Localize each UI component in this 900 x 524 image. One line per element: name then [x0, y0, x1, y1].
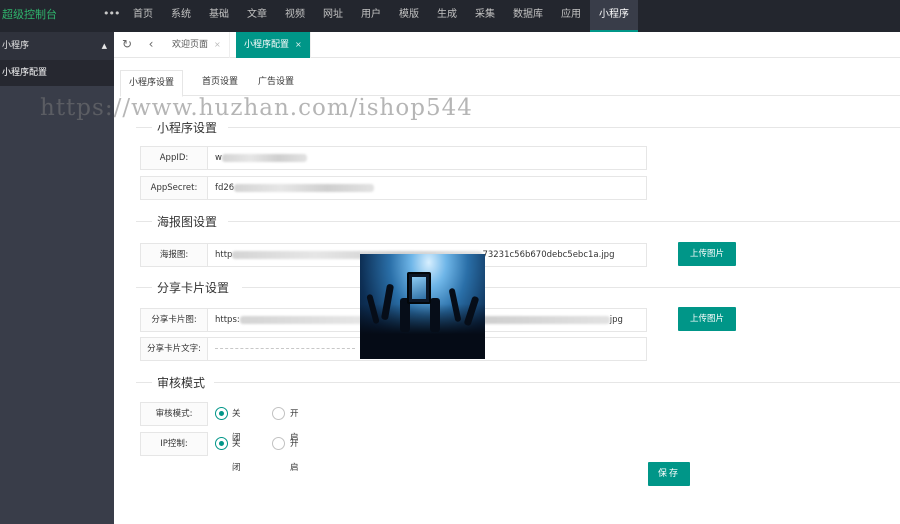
tab-miniprogram-settings[interactable]: 小程序设置	[120, 70, 184, 97]
settings-tabs: 小程序设置 首页设置 广告设置	[120, 70, 900, 97]
close-icon[interactable]: ×	[214, 40, 221, 49]
nav-item-collect[interactable]: 采集	[466, 0, 504, 32]
nav-item-home[interactable]: 首页	[124, 0, 162, 32]
audit-mode-off-radio[interactable]	[215, 407, 228, 420]
share-image-url-start: https:	[215, 315, 240, 325]
section-divider	[228, 127, 900, 128]
nav-item-miniprogram[interactable]: 小程序	[590, 0, 638, 32]
app-logo[interactable]: 超级控制台	[0, 0, 114, 32]
tab-welcome[interactable]: 欢迎页面 ×	[164, 32, 230, 58]
nav-item-url[interactable]: 网址	[314, 0, 352, 32]
ip-control-off-label[interactable]: 关闭	[232, 432, 241, 480]
ip-control-on-label[interactable]: 开启	[290, 432, 299, 480]
audit-mode-on-radio[interactable]	[272, 407, 285, 420]
section-divider	[228, 221, 900, 222]
poster-url-end: 73231c56b670debc5ebc1a.jpg	[482, 250, 615, 260]
share-text-placeholder-line	[215, 348, 355, 349]
sidebar-item-miniprogram-config[interactable]: 小程序配置	[0, 60, 114, 86]
appsecret-value: fd26	[215, 183, 235, 193]
page-tab-bar: ↻ ‹ 欢迎页面 × 小程序配置 ×	[114, 32, 900, 58]
section-divider	[136, 221, 152, 222]
nav-item-video[interactable]: 视频	[276, 0, 314, 32]
nav-item-generate[interactable]: 生成	[428, 0, 466, 32]
redacted-value	[234, 183, 375, 192]
nav-item-template[interactable]: 模版	[390, 0, 428, 32]
tab-ad-settings[interactable]: 广告设置	[250, 70, 302, 96]
section-divider	[136, 127, 152, 128]
appsecret-label: AppSecret:	[140, 176, 208, 200]
sidebar-group-miniprogram[interactable]: 小程序 ▲	[0, 32, 114, 60]
section-divider	[242, 287, 900, 288]
watermark-text: https://www.huzhan.com/ishop544	[40, 95, 473, 121]
section-divider	[214, 382, 900, 383]
audit-mode-label: 审核模式:	[140, 402, 208, 426]
hand-silhouette	[430, 298, 440, 332]
appid-label: AppID:	[140, 146, 208, 170]
share-text-label: 分享卡片文字:	[140, 337, 208, 361]
caret-up-icon: ▲	[101, 42, 107, 50]
upload-poster-button[interactable]: 上传图片	[678, 242, 736, 266]
upload-share-image-button[interactable]: 上传图片	[678, 307, 736, 331]
appsecret-input[interactable]: fd26	[207, 176, 647, 200]
nav-item-user[interactable]: 用户	[352, 0, 390, 32]
save-button[interactable]: 保存	[648, 462, 690, 486]
concert-photo-image	[360, 254, 485, 359]
share-image-label: 分享卡片图:	[140, 308, 208, 332]
nav-item-basic[interactable]: 基础	[200, 0, 238, 32]
share-image-url-end: jpg	[609, 315, 623, 325]
redacted-value	[221, 153, 307, 162]
tab-label: 欢迎页面	[172, 40, 209, 50]
section-title-miniprogram: 小程序设置	[157, 121, 218, 135]
nav-item-database[interactable]: 数据库	[504, 0, 552, 32]
refresh-icon[interactable]: ↻	[116, 32, 138, 58]
section-divider	[136, 382, 152, 383]
nav-item-system[interactable]: 系统	[162, 0, 200, 32]
close-icon[interactable]: ×	[295, 40, 302, 49]
nav-item-article[interactable]: 文章	[238, 0, 276, 32]
tab-miniprogram-config[interactable]: 小程序配置 ×	[236, 32, 311, 58]
section-title-share-card: 分享卡片设置	[157, 281, 230, 295]
section-divider	[136, 287, 152, 288]
chevron-left-icon[interactable]: ‹	[140, 32, 162, 58]
section-title-poster: 海报图设置	[157, 215, 218, 229]
nav-item-apps[interactable]: 应用	[552, 0, 590, 32]
appid-value: w	[215, 153, 222, 163]
ip-control-label: IP控制:	[140, 432, 208, 456]
sidebar-group-label: 小程序	[2, 41, 30, 51]
poster-label: 海报图:	[140, 243, 208, 267]
tab-home-settings[interactable]: 首页设置	[194, 70, 246, 96]
more-menu-icon[interactable]: •••	[103, 7, 120, 20]
top-nav: 首页 系统 基础 文章 视频 网址 用户 模版 生成 采集 数据库 应用 小程序	[124, 0, 638, 32]
tab-label: 小程序配置	[244, 40, 290, 50]
section-title-audit-mode: 审核模式	[157, 376, 206, 390]
phone-in-hand	[407, 272, 431, 304]
ip-control-off-radio[interactable]	[215, 437, 228, 450]
appid-input[interactable]: w	[207, 146, 647, 170]
ip-control-on-radio[interactable]	[272, 437, 285, 450]
poster-url-start: http	[215, 250, 233, 260]
main-content: 小程序设置 首页设置 广告设置 小程序设置 AppID: w AppSecret…	[114, 58, 900, 524]
top-bar: 超级控制台 ••• 首页 系统 基础 文章 视频 网址 用户 模版 生成 采集 …	[0, 0, 900, 32]
